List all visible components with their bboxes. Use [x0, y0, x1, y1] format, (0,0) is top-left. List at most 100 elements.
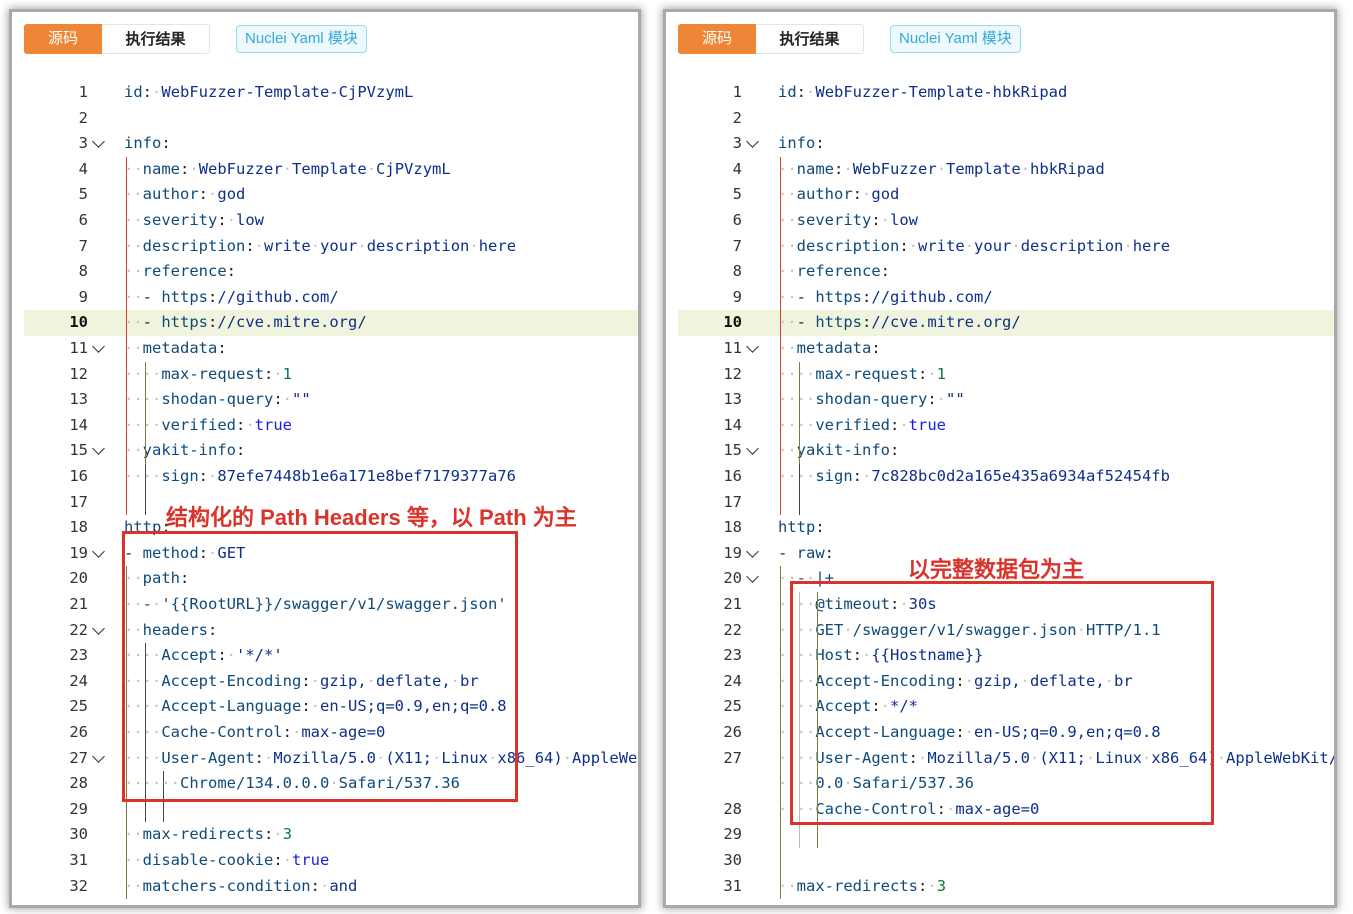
code-text: ··metadata: — [124, 339, 227, 357]
tab-result[interactable]: 执行结果 — [756, 24, 864, 54]
tab-result[interactable]: 执行结果 — [102, 24, 210, 54]
line-number: 29 — [69, 799, 88, 818]
line-number: 22 — [69, 620, 88, 639]
fold-chevron-icon[interactable] — [92, 544, 105, 558]
code-text: ··matchers-condition:·and — [124, 876, 358, 895]
tab-bar: 源码 执行结果 Nuclei Yaml 模块 — [24, 24, 367, 54]
code-line[interactable]: 30 — [678, 848, 1334, 874]
code-line[interactable]: 2 — [24, 106, 638, 132]
fold-chevron-icon[interactable] — [92, 442, 105, 456]
fold-chevron-icon[interactable] — [746, 340, 759, 353]
tab-source[interactable]: 源码 — [24, 24, 102, 54]
code-line[interactable]: 12 ····max-request:·1 — [678, 362, 1334, 388]
indent-guide — [126, 156, 127, 516]
fold-chevron-icon[interactable] — [746, 570, 759, 584]
fold-chevron-icon[interactable] — [746, 544, 759, 558]
code-line[interactable]: 9 ··- https://github.com/ — [24, 285, 638, 311]
code-line[interactable]: 3 info: — [24, 131, 638, 157]
fold-chevron-icon[interactable] — [92, 135, 105, 149]
indent-guide — [798, 361, 800, 464]
tab-nuclei-yaml[interactable]: Nuclei Yaml 模块 — [236, 25, 367, 53]
code-text: ····verified:·true — [778, 415, 946, 434]
code-line[interactable]: 6 ··severity:·low — [24, 208, 638, 234]
code-text: ··max-redirects:·3 — [124, 825, 293, 844]
line-number: 13 — [723, 390, 742, 409]
line-number: 12 — [69, 364, 88, 383]
line-number: 6 — [732, 211, 742, 229]
fold-chevron-icon[interactable] — [746, 135, 759, 149]
line-number: 1 — [732, 83, 742, 101]
code-text: info: — [124, 134, 171, 153]
code-text: id:·WebFuzzer-Template-hbkRipad — [778, 83, 1068, 101]
code-line[interactable]: 4 ··name:·WebFuzzer·Template·hbkRipad — [678, 157, 1334, 183]
code-line[interactable]: 14 ····verified:·true — [678, 413, 1334, 439]
code-text: ····sign:·87efe7448b1e6a171e8bef7179377a… — [124, 467, 516, 485]
line-number: 19 — [723, 543, 742, 562]
fold-chevron-icon[interactable] — [746, 442, 759, 456]
indent-guide — [798, 464, 800, 516]
code-line[interactable]: 13 ····shodan-query:·"" — [678, 387, 1334, 413]
code-text: ····max-request:·1 — [778, 364, 947, 383]
code-text: ··yakit-info: — [778, 441, 900, 460]
line-number: 27 — [69, 748, 88, 767]
line-number: 19 — [69, 543, 88, 562]
line-number: 10 — [69, 313, 88, 332]
code-text: ····shodan-query:·"" — [778, 390, 965, 409]
annotation-text: 结构化的 Path Headers 等，以 Path 为主 — [166, 505, 577, 530]
tab-nuclei-yaml[interactable]: Nuclei Yaml 模块 — [890, 25, 1021, 53]
code-text: http: — [778, 518, 825, 537]
code-text: ····verified:·true — [124, 415, 292, 434]
fold-chevron-icon[interactable] — [92, 621, 105, 635]
code-line[interactable]: 10 ··- https://cve.mitre.org/ — [24, 310, 638, 336]
code-line[interactable]: 16 ····sign:·87efe7448b1e6a171e8bef717937… — [24, 464, 638, 490]
code-text: ··- https://cve.mitre.org/ — [124, 313, 367, 332]
fold-chevron-icon[interactable] — [92, 749, 105, 763]
line-number: 28 — [723, 799, 742, 818]
code-line[interactable]: 8 ··reference: — [678, 259, 1334, 285]
code-line[interactable]: 18 http: — [678, 515, 1334, 541]
code-line[interactable]: 2 — [678, 106, 1334, 132]
code-text: id:·WebFuzzer-Template-CjPVzymL — [124, 83, 414, 101]
code-line[interactable]: 7 ··description:·write·your·description·h… — [678, 234, 1334, 260]
code-line[interactable]: 5 ··author:·god — [678, 182, 1334, 208]
code-text: ··reference: — [778, 262, 891, 281]
fold-chevron-icon[interactable] — [92, 340, 105, 353]
code-line[interactable]: 31 ··max-redirects:·3 — [678, 874, 1334, 900]
line-number: 14 — [69, 415, 88, 434]
code-line[interactable]: 14 ····verified:·true — [24, 413, 638, 439]
line-number: 3 — [78, 134, 88, 153]
code-line[interactable]: 4 ··name:·WebFuzzer·Template·CjPVzymL — [24, 157, 638, 183]
code-line[interactable]: 17 — [678, 490, 1334, 516]
code-line[interactable]: 16 ····sign:·7c828bc0d2a165e435a6934af524… — [678, 464, 1334, 490]
code-line[interactable]: 1 id:·WebFuzzer-Template-hbkRipad — [678, 80, 1334, 106]
code-line[interactable]: 15 ··yakit-info: — [24, 438, 638, 464]
code-text: ····shodan-query:·"" — [124, 390, 311, 409]
line-number: 10 — [723, 313, 742, 332]
code-line[interactable]: 15 ··yakit-info: — [678, 438, 1334, 464]
code-line[interactable]: 9 ··- https://github.com/ — [678, 285, 1334, 311]
tab-source[interactable]: 源码 — [678, 24, 756, 54]
code-line[interactable]: 11 ··metadata: — [678, 336, 1334, 362]
code-line[interactable]: 1 id:·WebFuzzer-Template-CjPVzymL — [24, 80, 638, 106]
line-number: 31 — [69, 851, 88, 869]
code-line[interactable]: 29 — [678, 822, 1334, 848]
code-line[interactable]: 31 ··disable-cookie:·true — [24, 848, 638, 874]
code-line[interactable]: 11 ··metadata: — [24, 336, 638, 362]
code-line[interactable]: 8 ··reference: — [24, 259, 638, 285]
line-number: 21 — [723, 595, 742, 613]
code-line[interactable]: 5 ··author:·god — [24, 182, 638, 208]
code-line[interactable]: 13 ····shodan-query:·"" — [24, 387, 638, 413]
code-text: ··name:·WebFuzzer·Template·hbkRipad — [778, 159, 1105, 178]
line-number: 30 — [723, 851, 742, 869]
code-line[interactable]: 3 info: — [678, 131, 1334, 157]
code-line[interactable]: 12 ····max-request:·1 — [24, 362, 638, 388]
code-line[interactable]: 30 ··max-redirects:·3 — [24, 822, 638, 848]
code-line[interactable]: 6 ··severity:·low — [678, 208, 1334, 234]
code-line[interactable]: 32 ··matchers-condition:·and — [24, 874, 638, 900]
line-number: 4 — [732, 159, 742, 178]
code-line[interactable]: 7 ··description:·write·your·description·h… — [24, 234, 638, 260]
line-number: 27 — [723, 748, 742, 767]
code-line[interactable]: 10 ··- https://cve.mitre.org/ — [678, 310, 1334, 336]
left-editor-panel: 源码 执行结果 Nuclei Yaml 模块 1 id:·WebFuzzer-Te… — [12, 12, 638, 905]
line-number: 7 — [732, 236, 742, 255]
